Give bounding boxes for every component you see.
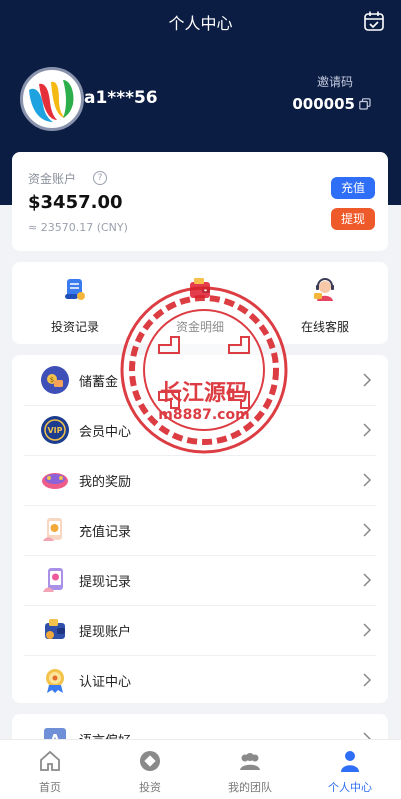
tab-personal-center[interactable]: 个人中心	[300, 740, 400, 799]
menu-label: 会员中心	[79, 425, 132, 440]
page-title: 个人中心	[168, 14, 233, 33]
menu-label: 提现记录	[79, 575, 132, 590]
avatar-logo-icon	[29, 80, 74, 122]
chevron-right-icon	[363, 423, 372, 437]
tab-label: 投资	[139, 781, 161, 794]
menu-label: 我的奖励	[79, 475, 132, 490]
menu-item-certification-center[interactable]: 认证中心	[24, 655, 376, 705]
calendar-check-icon[interactable]	[363, 10, 385, 32]
username: a1***56	[84, 88, 158, 108]
person-icon	[341, 751, 359, 772]
chevron-right-icon	[363, 373, 372, 387]
savings-icon: $	[41, 366, 69, 394]
chevron-right-icon	[363, 523, 372, 537]
menu-label: 充值记录	[79, 525, 132, 540]
menu-label: 储蓄金	[79, 375, 119, 390]
quick-actions: 投资记录 资金明细 在线客服	[12, 262, 388, 344]
chevron-right-icon	[363, 673, 372, 687]
menu-item-withdraw-records[interactable]: 提现记录	[24, 555, 376, 606]
menu-item-recharge-records[interactable]: 充值记录	[24, 505, 376, 556]
home-icon	[40, 750, 60, 771]
copy-icon[interactable]	[359, 98, 371, 110]
invite-code-label: 邀请码	[316, 75, 353, 89]
menu-label: 认证中心	[79, 675, 132, 690]
investment-records-button[interactable]: 投资记录	[20, 276, 130, 335]
account-balance: $3457.00	[28, 192, 123, 213]
quick-label: 在线客服	[300, 320, 349, 334]
account-card: 资金账户 ? $3457.00 ≈ 23570.17 (CNY) 充值 提现	[12, 152, 388, 251]
support-agent-icon	[314, 278, 334, 301]
withdraw-record-icon	[43, 568, 63, 592]
online-support-button[interactable]: 在线客服	[270, 276, 380, 335]
account-balance-cny: ≈ 23570.17 (CNY)	[28, 221, 128, 234]
chevron-right-icon	[363, 473, 372, 487]
svg-text:VIP: VIP	[47, 426, 62, 435]
quick-label: 投资记录	[50, 320, 99, 334]
tab-label: 首页	[39, 781, 61, 794]
recharge-record-icon	[43, 518, 62, 541]
withdraw-account-icon	[45, 619, 65, 639]
menu-item-member-center[interactable]: VIP 会员中心	[24, 405, 376, 456]
tab-home[interactable]: 首页	[0, 740, 100, 799]
menu-list: $ 储蓄金 VIP 会员中心 我的奖励 充值记录 提现记录 提现账户 认证中心	[12, 355, 388, 703]
withdraw-button[interactable]: 提现	[331, 208, 375, 230]
vip-icon: VIP	[41, 416, 69, 444]
team-icon	[240, 753, 260, 770]
certification-icon	[46, 669, 64, 693]
tab-label: 个人中心	[328, 781, 372, 794]
chevron-right-icon	[363, 573, 372, 587]
avatar[interactable]	[20, 67, 84, 131]
wallet-icon	[190, 278, 210, 298]
menu-item-my-rewards[interactable]: 我的奖励	[24, 455, 376, 506]
scroll-icon	[65, 279, 85, 300]
tab-my-team[interactable]: 我的团队	[200, 740, 300, 799]
tab-invest[interactable]: 投资	[100, 740, 200, 799]
invite-code: 000005	[292, 95, 355, 113]
menu-item-savings[interactable]: $ 储蓄金	[24, 355, 376, 406]
reward-icon	[42, 473, 68, 489]
menu-item-withdraw-account[interactable]: 提现账户	[24, 605, 376, 656]
help-icon[interactable]: ?	[93, 171, 107, 185]
recharge-button[interactable]: 充值	[331, 177, 375, 199]
tab-label: 我的团队	[228, 781, 272, 794]
invest-icon	[140, 751, 160, 771]
account-label: 资金账户	[28, 172, 77, 186]
menu-label: 提现账户	[79, 625, 132, 640]
chevron-right-icon	[363, 623, 372, 637]
fund-details-button[interactable]: 资金明细	[145, 276, 255, 335]
bottom-tab-bar: 首页 投资 我的团队 个人中心	[0, 739, 401, 799]
svg-text:$: $	[50, 376, 54, 384]
quick-label: 资金明细	[175, 320, 224, 334]
